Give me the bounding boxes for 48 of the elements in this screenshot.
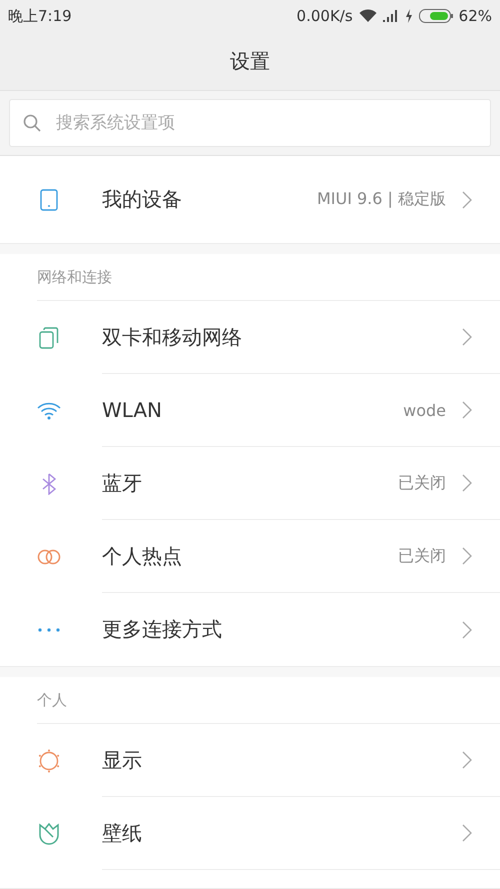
sun-icon (37, 748, 61, 772)
section-header: 网络和连接 (37, 268, 112, 286)
row-value: MIUI 9.6 | 稳定版 (316, 189, 446, 210)
battery-icon (418, 9, 453, 23)
row-label: 更多连接方式 (102, 616, 223, 643)
settings-row[interactable]: 双卡和移动网络 (0, 301, 500, 374)
chevron-icon (462, 190, 472, 208)
settings-row[interactable]: 蓝牙 已关闭 (0, 447, 500, 520)
search-field[interactable]: 搜索系统设置项 (9, 99, 491, 147)
chevron-icon (462, 620, 472, 638)
row-value: wode (403, 400, 446, 420)
settings-row[interactable]: 壁纸 (0, 797, 500, 870)
row-label: WLAN (102, 398, 164, 422)
settings-row[interactable]: 显示 (0, 724, 500, 797)
wifi-icon (37, 402, 61, 420)
battery-percent: 62% (458, 7, 492, 25)
chevron-icon (462, 474, 472, 492)
chevron-icon (462, 751, 472, 769)
chevron-icon (462, 328, 472, 346)
wifi-icon (358, 9, 377, 23)
row-value: 已关闭 (398, 546, 446, 566)
search-icon (23, 114, 41, 132)
phone-icon (40, 188, 58, 210)
more-dots-icon (38, 628, 60, 632)
row-label: 蓝牙 (102, 470, 143, 496)
row-label: 我的设备 (102, 186, 183, 213)
chevron-icon (462, 401, 472, 419)
chevron-icon (462, 547, 472, 565)
sim-cards-icon (39, 326, 59, 348)
row-label: 壁纸 (102, 820, 143, 846)
section-header: 个人 (37, 690, 67, 710)
chevron-icon (462, 824, 472, 842)
tulip-icon (39, 822, 59, 844)
row-label: 个人热点 (102, 542, 183, 570)
settings-row[interactable]: 更多连接方式 (0, 593, 500, 666)
linked-rings-icon (37, 548, 61, 564)
row-value: 已关闭 (398, 472, 446, 494)
settings-row[interactable]: 个人热点 已关闭 (0, 520, 500, 593)
settings-row[interactable]: 我的设备 MIUI 9.6 | 稳定版 (0, 156, 500, 243)
status-time: 晚上7:19 (8, 6, 72, 26)
charging-icon (404, 9, 413, 23)
signal-icon (382, 10, 399, 22)
page-title: 设置 (230, 48, 270, 74)
bluetooth-icon (40, 472, 58, 494)
row-label: 显示 (102, 746, 143, 774)
settings-row[interactable]: WLAN wode (0, 374, 500, 447)
row-label: 双卡和移动网络 (102, 324, 243, 350)
network-speed: 0.00K/s (296, 7, 353, 25)
